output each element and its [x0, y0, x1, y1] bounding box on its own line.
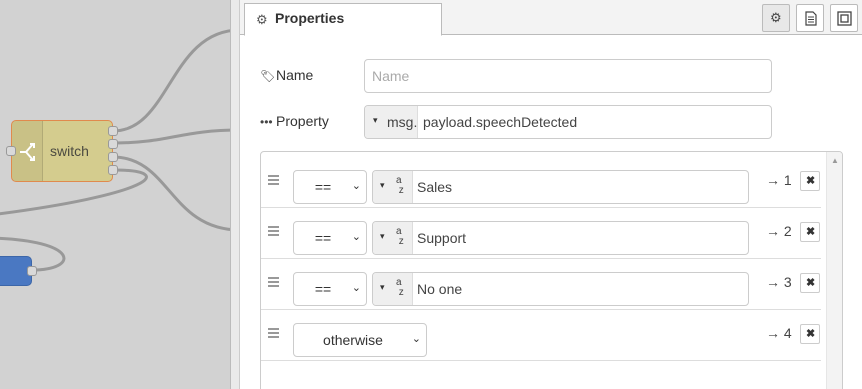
chevron-down-icon: ⌄: [351, 282, 361, 294]
output-port-1[interactable]: [108, 126, 118, 136]
wire: [112, 28, 240, 133]
rule-output-label: → 1: [766, 172, 792, 188]
property-label-text: Property: [276, 113, 329, 129]
close-icon: ✖: [806, 226, 816, 238]
close-icon: ✖: [806, 277, 816, 289]
rules-list[interactable]: ▲ == ⌄ ▾ a z Sales → 1 ✖ == ⌄ ▾ a z Supp…: [260, 151, 843, 389]
rule-row: == ⌄ ▾ a z No one → 3 ✖: [261, 259, 821, 310]
output-port-4[interactable]: [108, 165, 118, 175]
wire: [112, 128, 240, 145]
rule-value-type-selector[interactable]: ▾ a z: [373, 171, 413, 203]
rule-operator-value: ==: [314, 281, 332, 297]
rule-operator-value: ==: [314, 230, 332, 246]
rule-output-label: → 4: [766, 325, 792, 341]
rule-row: otherwise ⌄ → 4 ✖: [261, 310, 821, 361]
switch-node[interactable]: switch: [6, 120, 118, 182]
rule-value-text: Support: [417, 230, 467, 246]
rule-value-input[interactable]: ▾ a z Sales: [372, 170, 749, 204]
caret-down-icon: ▾: [380, 180, 385, 190]
gear-icon: ⚙: [770, 10, 782, 25]
ellipsis-icon: •••: [260, 115, 273, 129]
rule-value-text: No one: [417, 281, 463, 297]
edit-tray: ⚙ Properties ⚙ 🏷Name Name ••• Property ▾…: [230, 0, 862, 389]
rule-row: == ⌄ ▾ a z Sales → 1 ✖: [261, 157, 821, 208]
switch-node-label: switch: [50, 143, 89, 159]
caret-down-icon: ▾: [373, 115, 378, 125]
tab-properties-label: Properties: [275, 10, 345, 26]
caret-down-icon: ▾: [380, 282, 385, 292]
wires-layer: [0, 28, 240, 272]
document-icon: [805, 11, 817, 26]
drag-handle-icon[interactable]: [268, 328, 279, 338]
rule-value-type-selector[interactable]: ▾ a z: [373, 273, 413, 305]
chevron-down-icon: ⌄: [351, 180, 361, 192]
rule-operator-select[interactable]: == ⌄: [293, 272, 367, 306]
output-port-2[interactable]: [108, 139, 118, 149]
tray-body: ⚙ Properties ⚙ 🏷Name Name ••• Property ▾…: [239, 0, 862, 389]
rule-operator-select[interactable]: == ⌄: [293, 221, 367, 255]
rule-operator-value: ==: [314, 179, 332, 195]
property-label: ••• Property: [260, 113, 329, 129]
drag-handle-icon[interactable]: [268, 277, 279, 287]
delete-rule-button[interactable]: ✖: [800, 171, 820, 191]
rule-value-text: Sales: [417, 179, 453, 195]
blue-node[interactable]: [0, 256, 37, 286]
input-port[interactable]: [6, 146, 16, 156]
name-input[interactable]: [364, 59, 772, 93]
az-string-icon: a z: [396, 277, 404, 298]
tag-icon: 🏷: [260, 69, 276, 83]
rule-value-input[interactable]: ▾ a z Support: [372, 221, 749, 255]
caret-down-icon: ▾: [380, 231, 385, 241]
tray-resize-handle[interactable]: [231, 0, 239, 389]
flow-workspace[interactable]: switch: [0, 0, 240, 389]
drag-handle-icon[interactable]: [268, 175, 279, 185]
frame-icon: [837, 11, 852, 26]
chevron-down-icon: ⌄: [351, 231, 361, 243]
close-icon: ✖: [806, 328, 816, 340]
rule-operator-select[interactable]: == ⌄: [293, 170, 367, 204]
az-string-icon: a z: [396, 226, 404, 247]
property-type-label: msg.: [387, 114, 418, 130]
output-port[interactable]: [27, 266, 37, 276]
description-tab-button[interactable]: [796, 4, 824, 32]
wire: [112, 155, 240, 232]
switch-node-icon-area: [12, 121, 43, 181]
delete-rule-button[interactable]: ✖: [800, 324, 820, 344]
rules-scrollbar[interactable]: ▲: [826, 152, 842, 389]
tab-properties[interactable]: ⚙ Properties: [244, 3, 442, 36]
tray-tab-bar: ⚙ Properties ⚙: [240, 0, 862, 36]
chevron-down-icon: ⌄: [411, 333, 421, 345]
settings-tab-button[interactable]: ⚙: [762, 4, 790, 32]
rule-output-label: → 2: [766, 223, 792, 239]
rule-operator-value: otherwise: [323, 332, 383, 348]
property-typed-input[interactable]: ▾ msg. payload.speechDetected: [364, 105, 772, 139]
drag-handle-icon[interactable]: [268, 226, 279, 236]
name-label: 🏷Name: [260, 67, 313, 83]
az-string-icon: a z: [396, 175, 404, 196]
rule-value-type-selector[interactable]: ▾ a z: [373, 222, 413, 254]
rule-value-input[interactable]: ▾ a z No one: [372, 272, 749, 306]
gear-icon: ⚙: [256, 12, 268, 27]
scroll-up-icon[interactable]: ▲: [831, 156, 839, 165]
property-value[interactable]: payload.speechDetected: [423, 114, 577, 130]
delete-rule-button[interactable]: ✖: [800, 222, 820, 242]
switch-icon: [20, 143, 35, 161]
close-icon: ✖: [806, 175, 816, 187]
name-label-text: Name: [276, 67, 314, 83]
output-port-3[interactable]: [108, 152, 118, 162]
delete-rule-button[interactable]: ✖: [800, 273, 820, 293]
rule-output-label: → 3: [766, 274, 792, 290]
rule-operator-select[interactable]: otherwise ⌄: [293, 323, 427, 357]
property-type-selector[interactable]: ▾ msg.: [365, 106, 418, 138]
appearance-tab-button[interactable]: [830, 4, 858, 32]
rule-row: == ⌄ ▾ a z Support → 2 ✖: [261, 208, 821, 259]
